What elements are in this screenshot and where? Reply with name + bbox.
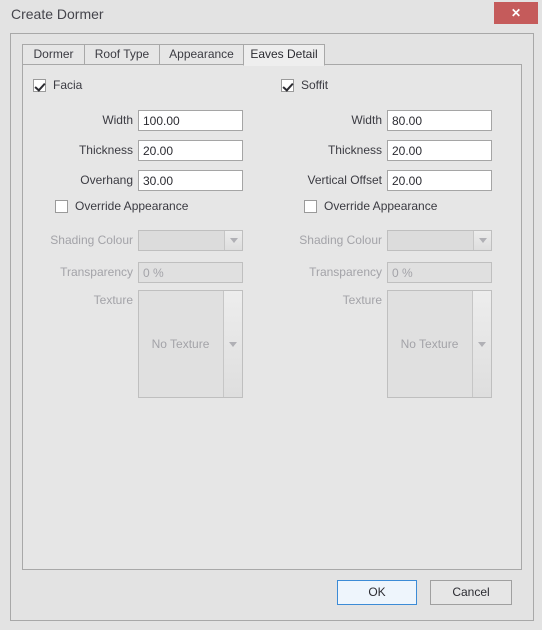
soffit-thickness-label: Thickness <box>327 143 382 157</box>
soffit-shading-colour-combo[interactable] <box>387 230 492 251</box>
facia-override-appearance-label: Override Appearance <box>75 199 189 213</box>
soffit-vertical-offset-label: Vertical Offset <box>307 173 382 187</box>
close-button[interactable]: ✕ <box>494 2 538 24</box>
tab-eaves-detail[interactable]: Eaves Detail <box>243 44 325 66</box>
facia-overhang-label: Overhang <box>80 173 133 187</box>
soffit-thickness-input[interactable] <box>387 140 492 161</box>
cancel-button[interactable]: Cancel <box>430 580 512 605</box>
facia-shading-colour-label: Shading Colour <box>50 233 133 247</box>
facia-override-appearance-checkbox[interactable] <box>55 199 68 213</box>
soffit-vertical-offset-input[interactable] <box>387 170 492 191</box>
chevron-down-icon[interactable] <box>224 231 242 250</box>
facia-width-input[interactable] <box>138 110 243 131</box>
soffit-override-appearance-label: Override Appearance <box>324 199 438 213</box>
soffit-checkbox[interactable] <box>281 78 294 92</box>
soffit-width-input[interactable] <box>387 110 492 131</box>
soffit-texture-label: Texture <box>342 293 382 307</box>
soffit-texture-value: No Texture <box>400 337 459 351</box>
soffit-transparency-input[interactable] <box>387 262 492 283</box>
facia-texture-label: Texture <box>93 293 133 307</box>
tab-roof-type[interactable]: Roof Type <box>84 44 160 65</box>
title-bar: Create Dormer ✕ <box>0 0 542 30</box>
soffit-checkbox-row[interactable]: Soffit <box>281 78 328 92</box>
tab-appearance[interactable]: Appearance <box>159 44 244 65</box>
facia-transparency-input[interactable] <box>138 262 243 283</box>
soffit-texture-box[interactable]: No Texture <box>387 290 492 398</box>
facia-label: Facia <box>53 78 83 92</box>
facia-texture-value: No Texture <box>151 337 210 351</box>
ok-button[interactable]: OK <box>337 580 417 605</box>
facia-override-appearance-row[interactable]: Override Appearance <box>55 199 188 213</box>
soffit-transparency-label: Transparency <box>309 265 382 279</box>
chevron-down-icon[interactable] <box>223 291 242 397</box>
soffit-override-appearance-row[interactable]: Override Appearance <box>304 199 437 213</box>
chevron-down-icon[interactable] <box>472 291 491 397</box>
facia-overhang-input[interactable] <box>138 170 243 191</box>
eaves-detail-panel: Facia Width Thickness Overhang Override … <box>22 64 522 570</box>
window-title: Create Dormer <box>11 6 104 22</box>
soffit-width-label: Width <box>351 113 382 127</box>
facia-checkbox[interactable] <box>33 78 46 92</box>
facia-thickness-label: Thickness <box>78 143 133 157</box>
facia-thickness-input[interactable] <box>138 140 243 161</box>
soffit-shading-colour-label: Shading Colour <box>299 233 382 247</box>
soffit-label: Soffit <box>301 78 329 92</box>
tab-dormer[interactable]: Dormer <box>22 44 85 65</box>
soffit-override-appearance-checkbox[interactable] <box>304 199 317 213</box>
facia-transparency-label: Transparency <box>60 265 133 279</box>
facia-shading-colour-combo[interactable] <box>138 230 243 251</box>
facia-checkbox-row[interactable]: Facia <box>33 78 82 92</box>
chevron-down-icon[interactable] <box>473 231 491 250</box>
facia-texture-box[interactable]: No Texture <box>138 290 243 398</box>
facia-width-label: Width <box>102 113 133 127</box>
